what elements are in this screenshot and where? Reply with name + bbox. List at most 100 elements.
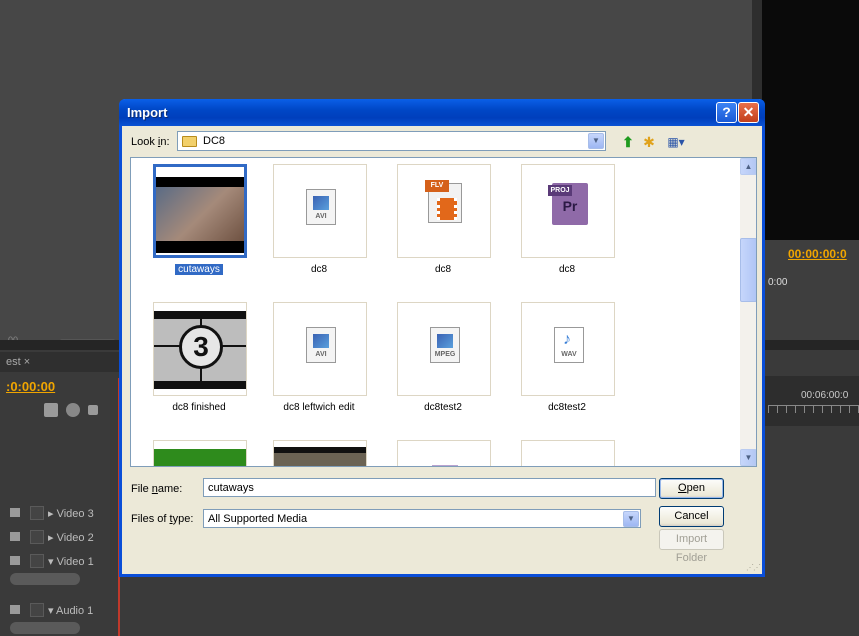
marker-icon[interactable] xyxy=(66,403,80,417)
open-button[interactable]: Open xyxy=(659,478,724,499)
track-video-2[interactable]: ▸ Video 2 xyxy=(0,527,118,547)
file-item[interactable]: MPEG dc8test2 xyxy=(393,302,493,422)
file-icon xyxy=(432,465,458,466)
file-item[interactable]: AVI dc8 xyxy=(269,164,369,284)
file-item[interactable] xyxy=(517,440,617,466)
chevron-down-icon[interactable]: ▼ xyxy=(623,511,639,527)
file-ext: WAV xyxy=(561,351,577,358)
new-folder-icon[interactable]: ✱ xyxy=(640,133,658,151)
timeline-timecode[interactable]: :0:00:00 xyxy=(6,379,55,394)
video-thumbnail xyxy=(274,447,366,466)
track-keyframe-bar[interactable] xyxy=(10,573,80,585)
resize-grip-icon[interactable]: ⋰⋰ xyxy=(746,563,761,572)
lock-box[interactable] xyxy=(30,506,44,520)
program-timecode[interactable]: 00:00:00:0 xyxy=(788,247,847,261)
files-of-type-dropdown[interactable]: All Supported Media ▼ xyxy=(203,509,641,528)
file-name: dc8 xyxy=(558,264,576,275)
look-in-dropdown[interactable]: DC8 ▼ xyxy=(177,131,606,151)
file-thumbnail: ♪ WAV xyxy=(521,302,615,396)
file-name: dc8 leftwich edit xyxy=(283,402,355,413)
file-thumbnail xyxy=(153,440,247,466)
scroll-up-icon[interactable]: ▲ xyxy=(740,158,756,175)
premiere-project-icon: PROJ Pr xyxy=(548,183,588,225)
track-label: Video 1 xyxy=(56,556,94,568)
cancel-button[interactable]: Cancel xyxy=(659,506,724,527)
import-dialog: Import ? ✕ Look in: DC8 ▼ ⬆ ✱ ▦▾ cutaway… xyxy=(119,99,765,577)
close-button[interactable]: ✕ xyxy=(738,102,759,123)
file-name: dc8 xyxy=(310,264,328,275)
timeline-tools xyxy=(44,403,114,423)
snap-icon[interactable] xyxy=(44,403,58,417)
look-in-label: Look in: xyxy=(131,136,170,148)
file-item[interactable]: cutaways xyxy=(149,164,249,284)
track-video-1[interactable]: ▾ Video 1 xyxy=(0,551,118,571)
file-name: dc8 finished xyxy=(172,402,226,413)
timeline-ruler[interactable] xyxy=(768,405,859,413)
eye-icon[interactable] xyxy=(10,556,20,565)
eye-icon[interactable] xyxy=(10,532,20,541)
file-ext: AVI xyxy=(315,213,327,220)
views-menu-icon[interactable]: ▦▾ xyxy=(663,133,689,151)
timeline-ruler-time: 00:06:00:0 xyxy=(801,390,849,401)
track-keyframe-bar[interactable] xyxy=(10,622,80,634)
lock-box[interactable] xyxy=(30,554,44,568)
look-in-label-text2: n: xyxy=(160,136,170,148)
file-name: dc8 xyxy=(434,264,452,275)
file-name: dc8test2 xyxy=(548,402,586,413)
track-video-3[interactable]: ▸ Video 3 xyxy=(0,503,118,523)
file-item[interactable]: AVI dc8 leftwich edit xyxy=(269,302,369,422)
file-thumbnail: AVI xyxy=(273,164,367,258)
track-label: Video 2 xyxy=(56,532,94,544)
open-accesskey: O xyxy=(678,482,687,494)
file-item[interactable]: 3 dc8 finished xyxy=(149,302,249,422)
file-item[interactable] xyxy=(393,440,493,466)
file-thumbnail: 3 xyxy=(153,302,247,396)
file-item[interactable] xyxy=(149,440,249,466)
file-thumbnail xyxy=(153,164,247,258)
up-one-level-icon[interactable]: ⬆ xyxy=(619,133,637,151)
speaker-icon[interactable] xyxy=(10,605,20,614)
track-audio-1[interactable]: ▾ Audio 1 xyxy=(0,600,118,620)
track-label: Video 3 xyxy=(56,508,94,520)
vertical-scrollbar[interactable]: ▲ ▼ xyxy=(740,158,756,466)
chevron-down-icon[interactable]: ▼ xyxy=(588,133,604,149)
countdown-thumbnail: 3 xyxy=(154,311,246,389)
file-name-label-text: File xyxy=(131,483,152,495)
wav-file-icon: ♪ WAV xyxy=(554,327,584,363)
file-name-input[interactable] xyxy=(203,478,656,497)
lock-box[interactable] xyxy=(30,603,44,617)
look-in-label-text: Look xyxy=(131,136,158,148)
file-item[interactable]: PROJ Pr dc8 xyxy=(517,164,617,284)
track-label: Audio 1 xyxy=(55,605,94,617)
files-of-type-value: All Supported Media xyxy=(208,513,308,525)
file-thumbnail: MPEG xyxy=(397,302,491,396)
file-list[interactable]: cutaways AVI dc8 FLV dc8 PROJ Pr dc8 3 d… xyxy=(130,157,757,467)
file-item[interactable]: ♪ WAV dc8test2 xyxy=(517,302,617,422)
timeline-ruler-area xyxy=(762,376,859,426)
look-in-value: DC8 xyxy=(203,135,226,147)
import-folder-button[interactable]: Import Folder xyxy=(659,529,724,564)
file-item[interactable]: FLV dc8 xyxy=(393,164,493,284)
scrollbar-thumb[interactable] xyxy=(740,238,756,302)
avi-file-icon: AVI xyxy=(306,189,336,225)
lock-box[interactable] xyxy=(30,530,44,544)
file-item[interactable] xyxy=(269,440,369,466)
mpeg-file-icon: MPEG xyxy=(430,327,460,363)
file-name-label-text2: ame: xyxy=(157,483,183,495)
keyframe-icon[interactable] xyxy=(88,405,98,415)
file-name: cutaways xyxy=(175,264,223,275)
help-button[interactable]: ? xyxy=(716,102,737,123)
premiere-logo: Pr xyxy=(562,198,578,214)
flv-file-icon: FLV xyxy=(425,180,462,223)
eye-icon[interactable] xyxy=(10,508,20,517)
file-thumbnail xyxy=(273,440,367,466)
title-bar[interactable]: Import ? ✕ xyxy=(119,99,765,126)
timeline-tab[interactable]: est × xyxy=(0,352,120,372)
track-headers: ▸ Video 3 ▸ Video 2 ▾ Video 1 ▾ Audio 1 xyxy=(0,500,120,636)
files-of-type-label-text2: ype: xyxy=(172,513,194,525)
file-ext: FLV xyxy=(425,180,449,192)
files-of-type-label: Files of type: xyxy=(131,513,193,525)
open-label: pen xyxy=(686,482,705,494)
scroll-down-icon[interactable]: ▼ xyxy=(740,449,756,466)
video-thumbnail xyxy=(156,177,244,253)
